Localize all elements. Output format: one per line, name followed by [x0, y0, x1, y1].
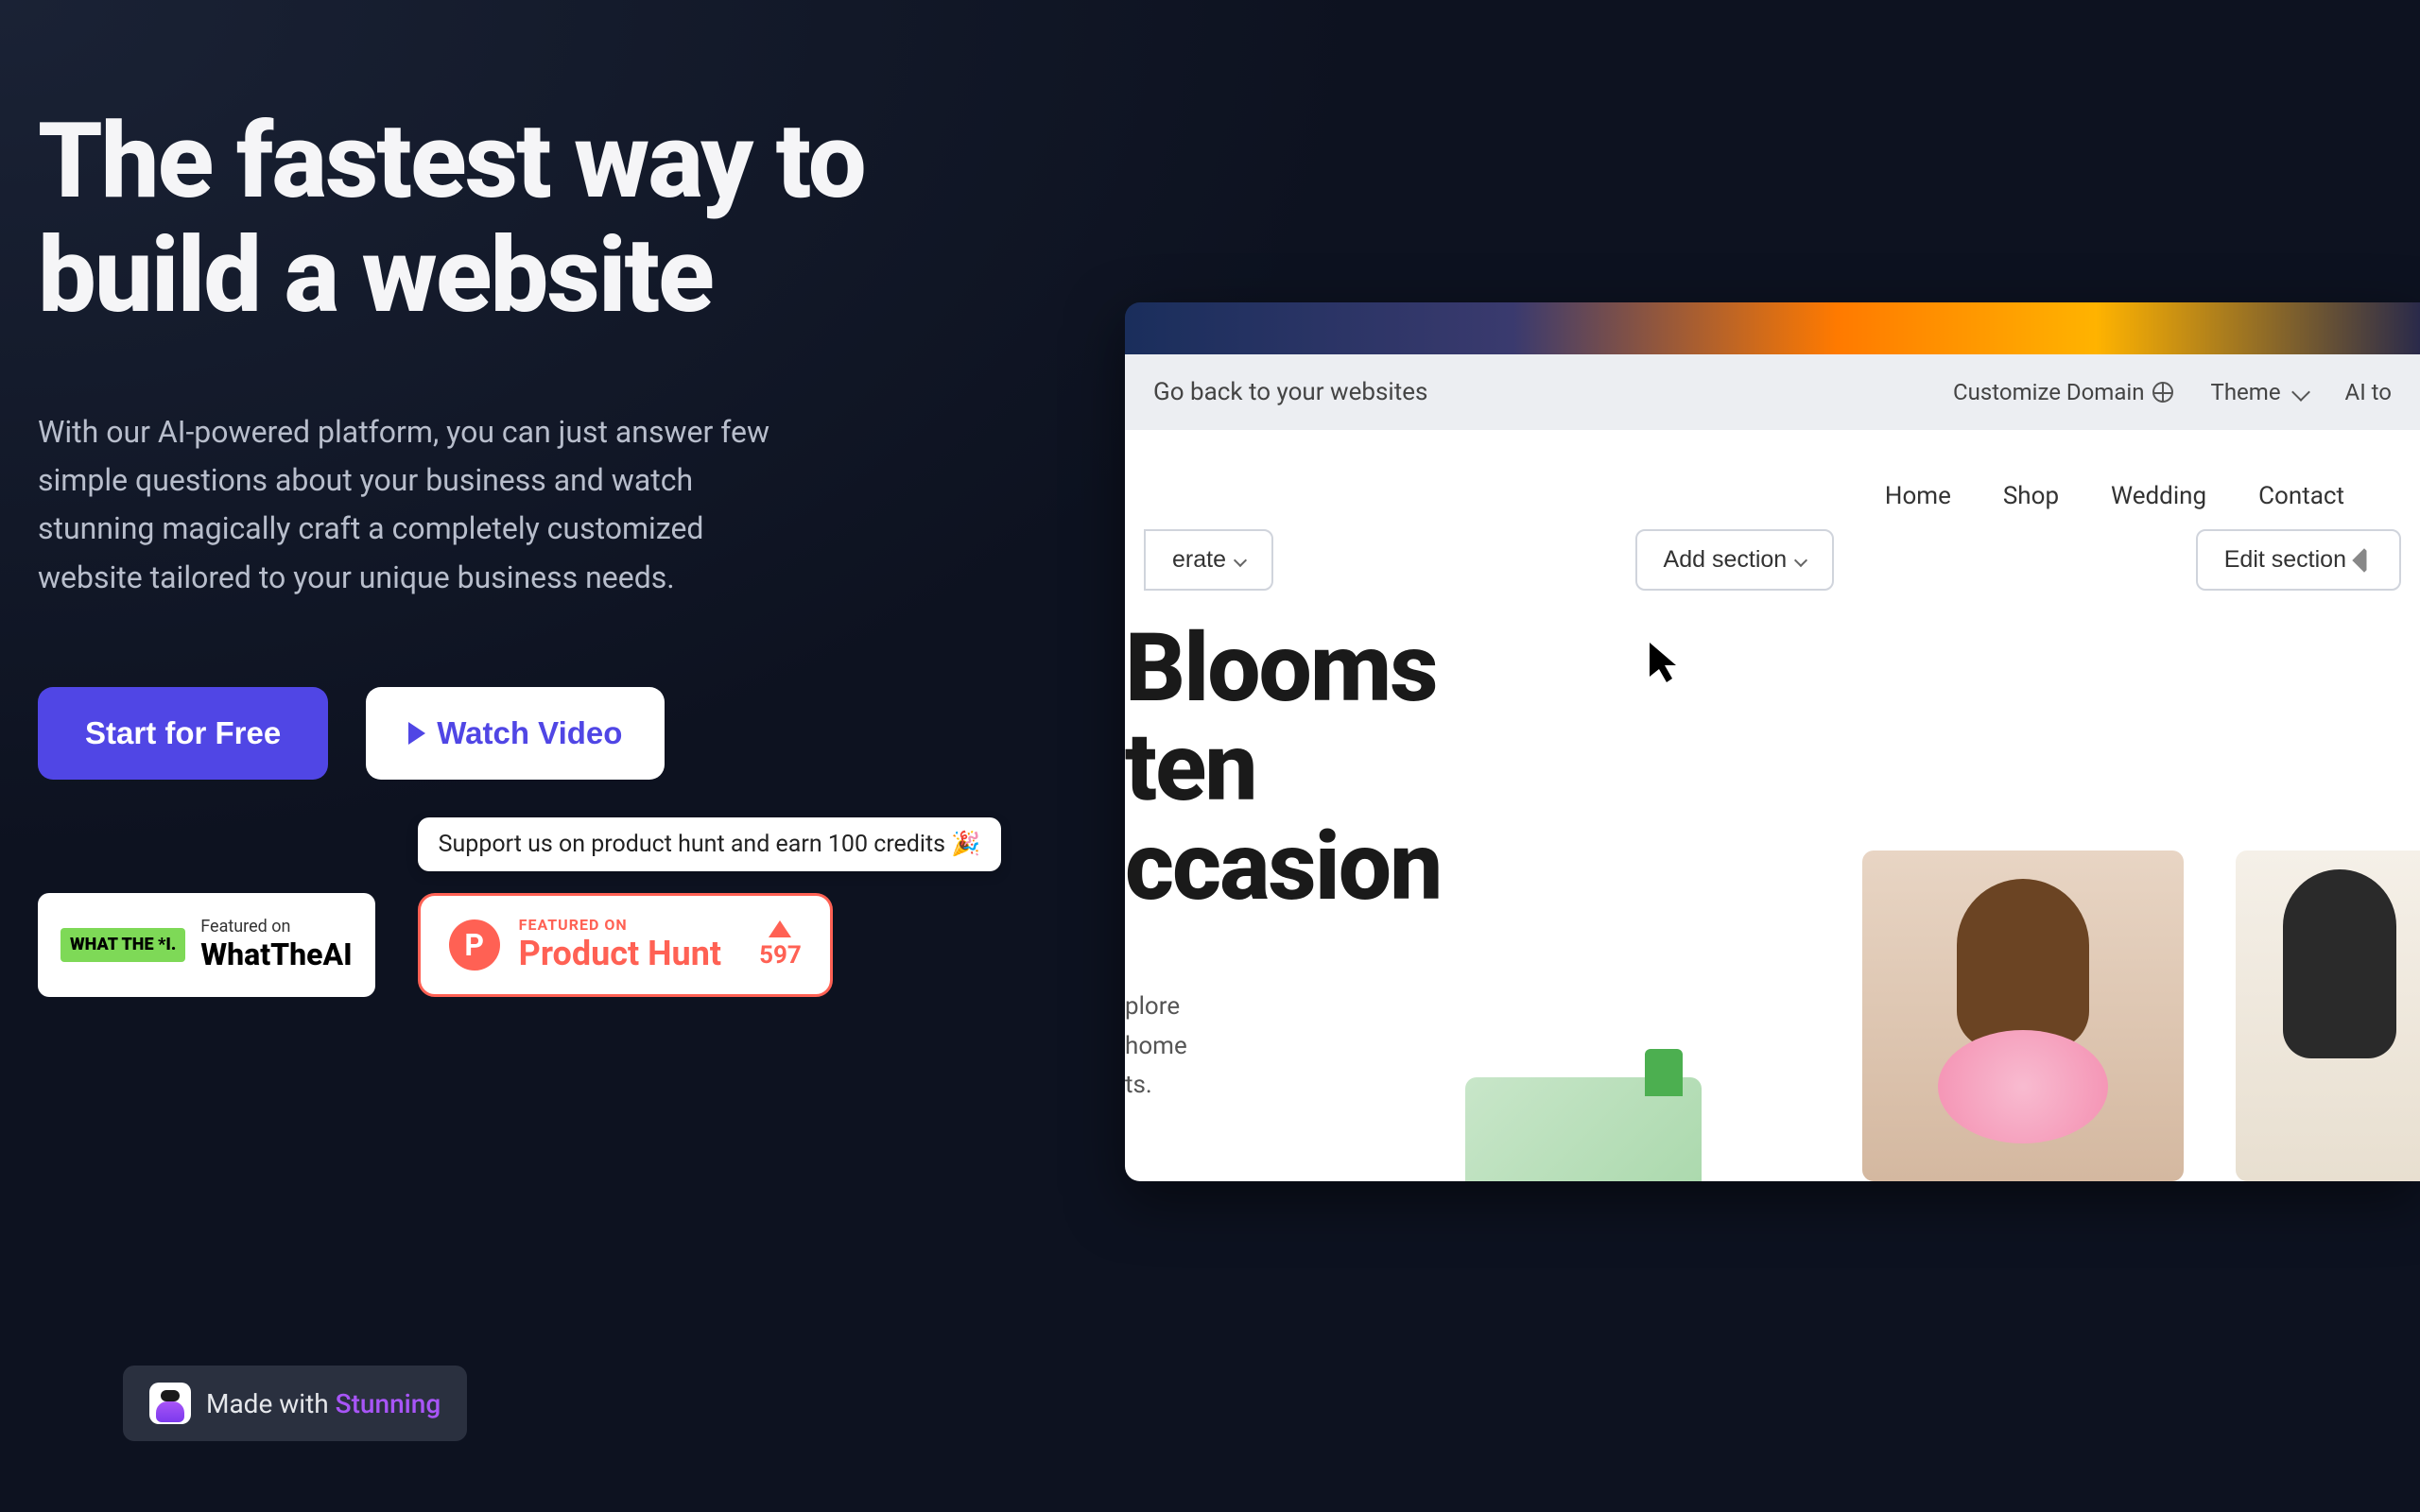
made-with-prefix: Made with	[206, 1388, 336, 1419]
preview-toolbar: Go back to your websites Customize Domai…	[1125, 354, 2420, 430]
site-hero-subtext: plore home ts.	[1125, 988, 1187, 1106]
add-section-button[interactable]: Add section	[1635, 529, 1835, 591]
ph-name: Product Hunt	[519, 934, 721, 973]
ph-featured-label: FEATURED ON	[519, 916, 721, 934]
preview-body: Home Shop Wedding Contact erate Add sect…	[1125, 430, 2420, 1181]
ai-menu[interactable]: AI to	[2345, 379, 2392, 405]
site-hero-line1: Blooms	[1125, 619, 1441, 718]
preview-photo-1	[1465, 1077, 1702, 1181]
chevron-down-icon	[1234, 553, 1247, 566]
pencil-icon	[2352, 548, 2376, 572]
hero-title: The fastest way to build a website	[38, 104, 983, 333]
customize-domain-button[interactable]: Customize Domain	[1953, 379, 2172, 405]
site-hero-line2: ten	[1125, 718, 1441, 817]
preview-photo-2	[1862, 850, 2184, 1181]
chevron-down-icon	[2291, 383, 2310, 402]
product-preview: Go back to your websites Customize Domai…	[1125, 302, 2420, 1181]
nav-home[interactable]: Home	[1885, 482, 1951, 510]
regenerate-button[interactable]: erate	[1144, 529, 1273, 591]
wtai-featured-label: Featured on	[200, 917, 352, 936]
globe-icon	[2152, 382, 2173, 403]
upvote-icon	[769, 920, 791, 937]
theme-label: Theme	[2211, 379, 2281, 405]
made-with-brand: Stunning	[336, 1388, 441, 1419]
site-hero-heading: Blooms ten ccasion	[1125, 619, 1441, 917]
product-hunt-logo-icon: P	[449, 919, 500, 971]
watch-video-button[interactable]: Watch Video	[366, 687, 665, 780]
made-with-stunning-badge[interactable]: Made with Stunning	[123, 1366, 467, 1441]
start-free-button[interactable]: Start for Free	[38, 687, 328, 780]
badges-row: WHAT THE *I. Featured on WhatTheAI Suppo…	[38, 893, 983, 997]
ai-label: AI to	[2345, 379, 2392, 405]
chevron-down-icon	[1794, 553, 1807, 566]
preview-gradient-bar	[1125, 302, 2420, 354]
preview-photo-3	[2236, 850, 2420, 1181]
nav-contact[interactable]: Contact	[2258, 482, 2344, 510]
whattheai-logo-icon: WHAT THE *I.	[60, 928, 185, 962]
wtai-name: WhatTheAI	[200, 936, 352, 972]
play-icon	[408, 722, 425, 745]
site-hero-line3: ccasion	[1125, 817, 1441, 917]
nav-shop[interactable]: Shop	[2003, 482, 2059, 510]
theme-dropdown[interactable]: Theme	[2211, 379, 2308, 405]
ph-vote-count: 597	[759, 941, 802, 970]
site-nav: Home Shop Wedding Contact	[1885, 482, 2344, 510]
edit-section-label: Edit section	[2224, 546, 2346, 574]
customize-domain-label: Customize Domain	[1953, 379, 2144, 405]
cta-row: Start for Free Watch Video	[38, 687, 983, 780]
watch-video-label: Watch Video	[437, 715, 622, 751]
whattheai-badge[interactable]: WHAT THE *I. Featured on WhatTheAI	[38, 893, 375, 997]
nav-wedding[interactable]: Wedding	[2111, 482, 2206, 510]
product-hunt-badge[interactable]: P FEATURED ON Product Hunt 597	[418, 893, 833, 997]
stunning-logo-icon	[149, 1383, 191, 1424]
hero-subtitle: With our AI-powered platform, you can ju…	[38, 408, 794, 602]
back-to-websites-link[interactable]: Go back to your websites	[1153, 378, 1427, 406]
regenerate-label: erate	[1172, 546, 1226, 574]
product-hunt-tooltip: Support us on product hunt and earn 100 …	[418, 817, 1002, 871]
edit-section-button[interactable]: Edit section	[2196, 529, 2401, 591]
cursor-icon	[1650, 643, 1687, 695]
add-section-label: Add section	[1664, 546, 1788, 574]
